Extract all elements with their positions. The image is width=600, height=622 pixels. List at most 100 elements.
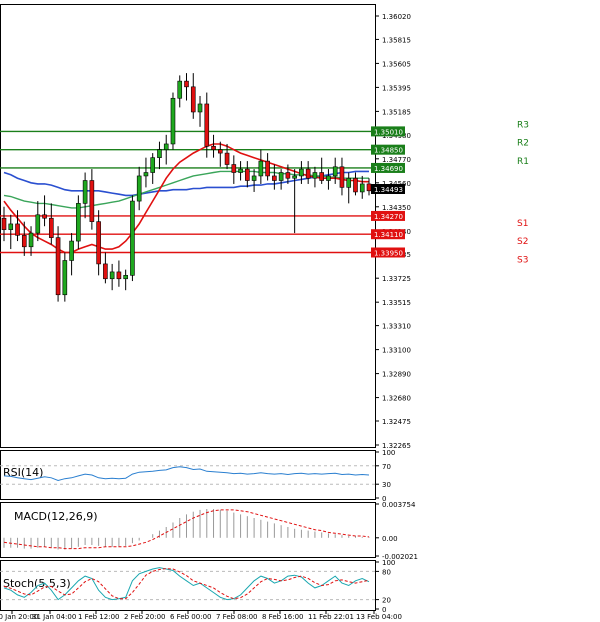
candle-bull xyxy=(359,183,365,193)
macd-title: MACD(12,26,9) xyxy=(14,510,98,523)
price-tick-label: 1.33310 xyxy=(382,323,411,331)
rsi-tick-label: 30 xyxy=(382,481,391,489)
level-name-s2: S2 xyxy=(517,237,528,247)
level-name-r2: R2 xyxy=(517,139,529,149)
candle-bear xyxy=(96,221,101,265)
time-tick-label: 6 Feb 00:00 xyxy=(170,613,211,621)
stoch-title: Stoch(5,5,3) xyxy=(3,577,71,590)
candle-bull xyxy=(346,177,352,188)
price-tick-label: 1.33100 xyxy=(382,347,411,355)
candle-bear xyxy=(231,164,237,173)
candle-bull xyxy=(312,172,318,179)
time-tick-label: 31 Jan 04:00 xyxy=(32,613,76,621)
candle-bear xyxy=(1,217,7,230)
macd-tick-label: 0.003754 xyxy=(382,501,416,509)
price-tick-label: 1.32890 xyxy=(382,371,411,379)
price-tick-label: 1.34770 xyxy=(382,156,411,164)
candle-bull xyxy=(299,168,304,177)
candle-bear xyxy=(55,237,61,296)
stoch-tick-label: 100 xyxy=(382,559,395,567)
candle-bull xyxy=(278,172,284,181)
candle-bull xyxy=(8,223,14,230)
time-tick-label: 7 Feb 08:00 xyxy=(216,613,257,621)
level-price-label: 1.33950 xyxy=(374,249,403,257)
candle-bear xyxy=(15,223,20,236)
macd-tick-label: 0.00 xyxy=(382,535,398,543)
time-tick-label: 11 Feb 22:01 xyxy=(308,613,354,621)
price-tick-label: 1.34350 xyxy=(382,204,411,212)
candle-bull xyxy=(332,166,338,177)
stoch-tick-label: 80 xyxy=(382,568,391,576)
candle-bull xyxy=(82,180,88,204)
price-tick-label: 1.33725 xyxy=(382,275,411,283)
candle-bear xyxy=(217,149,223,154)
candle-bear xyxy=(211,145,216,150)
candle-bear xyxy=(204,103,210,147)
candle-bear xyxy=(339,166,345,188)
candle-bull xyxy=(62,260,68,296)
candle-bull xyxy=(258,160,264,177)
level-name-r1: R1 xyxy=(517,157,529,167)
candle-bull xyxy=(177,80,183,99)
candle-bear xyxy=(103,263,108,280)
candle-bull xyxy=(170,97,176,145)
time-tick-label: 2 Feb 20:00 xyxy=(124,613,165,621)
price-tick-label: 1.35605 xyxy=(382,60,411,68)
candle-bull xyxy=(157,149,162,158)
candle-bear xyxy=(184,80,189,88)
level-name-s3: S3 xyxy=(517,255,528,265)
candle-bear xyxy=(224,152,230,165)
candle-bear xyxy=(245,168,250,181)
candle-bull xyxy=(238,168,243,173)
candle-bear xyxy=(366,183,372,192)
candle-bear xyxy=(49,217,54,238)
price-tick-label: 1.35185 xyxy=(382,108,411,116)
price-tick-label: 1.33515 xyxy=(382,299,411,307)
candle-bear xyxy=(21,235,27,248)
candle-bull xyxy=(163,143,169,150)
candle-bull xyxy=(69,240,74,261)
level-price-label: 1.34690 xyxy=(374,165,403,173)
time-tick-label: 1 Feb 12:00 xyxy=(78,613,119,621)
price-tick-label: 1.32680 xyxy=(382,395,411,403)
price-tick-label: 1.32475 xyxy=(382,418,411,426)
candle-bear xyxy=(305,168,311,179)
level-price-label: 1.34270 xyxy=(374,213,403,221)
candle-bull xyxy=(292,175,297,179)
candle-bull xyxy=(123,275,128,280)
price-tick-label: 1.35395 xyxy=(382,84,411,92)
rsi-title: RSI(14) xyxy=(3,466,43,479)
candle-bull xyxy=(143,172,149,177)
candle-bear xyxy=(353,177,358,193)
candle-bear xyxy=(319,172,324,181)
price-tick-label: 1.36020 xyxy=(382,13,411,21)
candle-bull xyxy=(251,175,257,181)
level-price-label: 1.34110 xyxy=(374,231,403,239)
level-name-s1: S1 xyxy=(517,219,528,229)
rsi-tick-label: 100 xyxy=(382,449,395,457)
candle-bull xyxy=(197,103,203,113)
current-price-label: 1.34493 xyxy=(374,186,403,194)
candle-bear xyxy=(190,86,196,113)
candle-bear xyxy=(116,271,122,280)
rsi-panel-frame xyxy=(0,450,376,500)
level-name-r3: R3 xyxy=(517,120,529,130)
candle-bull xyxy=(76,203,81,242)
level-price-label: 1.35010 xyxy=(374,128,403,136)
candle-bear xyxy=(89,180,95,222)
time-axis: 30 Jan 20:0031 Jan 04:001 Feb 12:002 Feb… xyxy=(0,611,402,621)
candle-bull xyxy=(28,232,34,248)
rsi-tick-label: 70 xyxy=(382,463,391,471)
main-panel-frame xyxy=(0,4,376,448)
current-price-tag: 1.34493 xyxy=(371,184,405,194)
stoch-tick-label: 20 xyxy=(382,597,391,605)
candle-bull xyxy=(150,157,156,173)
candle-bear xyxy=(42,214,47,219)
candle-bear xyxy=(265,160,270,177)
candle-bull xyxy=(35,214,41,234)
level-price-label: 1.34850 xyxy=(374,147,403,155)
candle-bear xyxy=(272,175,277,181)
candle-bull xyxy=(136,175,142,202)
candle-bull xyxy=(109,271,115,280)
price-tick-label: 1.35815 xyxy=(382,36,411,44)
